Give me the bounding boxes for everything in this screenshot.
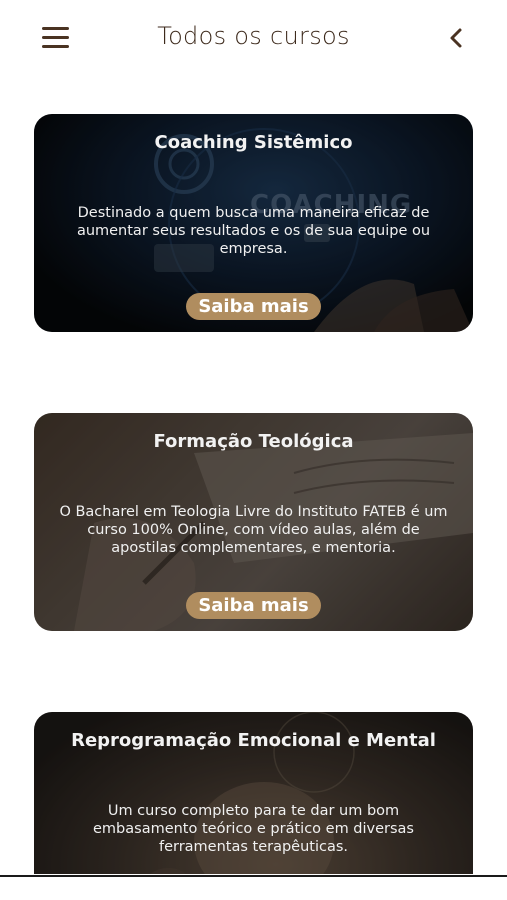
course-list: COACHING Coaching Sistêmico Destinado a … bbox=[34, 114, 473, 874]
bottom-divider bbox=[0, 875, 507, 877]
course-title: Coaching Sistêmico bbox=[154, 132, 353, 153]
course-card-teologia: Formação Teológica O Bacharel em Teologi… bbox=[34, 413, 473, 631]
course-description: Destinado a quem busca uma maneira efica… bbox=[76, 205, 431, 257]
course-title: Formação Teológica bbox=[153, 431, 354, 452]
saiba-mais-button[interactable]: Saiba mais bbox=[186, 592, 321, 619]
course-card-reprogramacao: Reprogramação Emocional e Mental Um curs… bbox=[34, 712, 473, 874]
course-description: O Bacharel em Teologia Livre do Institut… bbox=[59, 504, 448, 556]
course-title: Reprogramação Emocional e Mental bbox=[71, 730, 436, 751]
chevron-left-icon[interactable] bbox=[444, 24, 470, 52]
course-card-coaching: COACHING Coaching Sistêmico Destinado a … bbox=[34, 114, 473, 332]
saiba-mais-button[interactable]: Saiba mais bbox=[186, 293, 321, 320]
page-title: Todos os cursos bbox=[157, 22, 350, 50]
course-description: Um curso completo para te dar um bom emb… bbox=[93, 803, 414, 855]
app-header: Todos os cursos bbox=[0, 0, 507, 80]
